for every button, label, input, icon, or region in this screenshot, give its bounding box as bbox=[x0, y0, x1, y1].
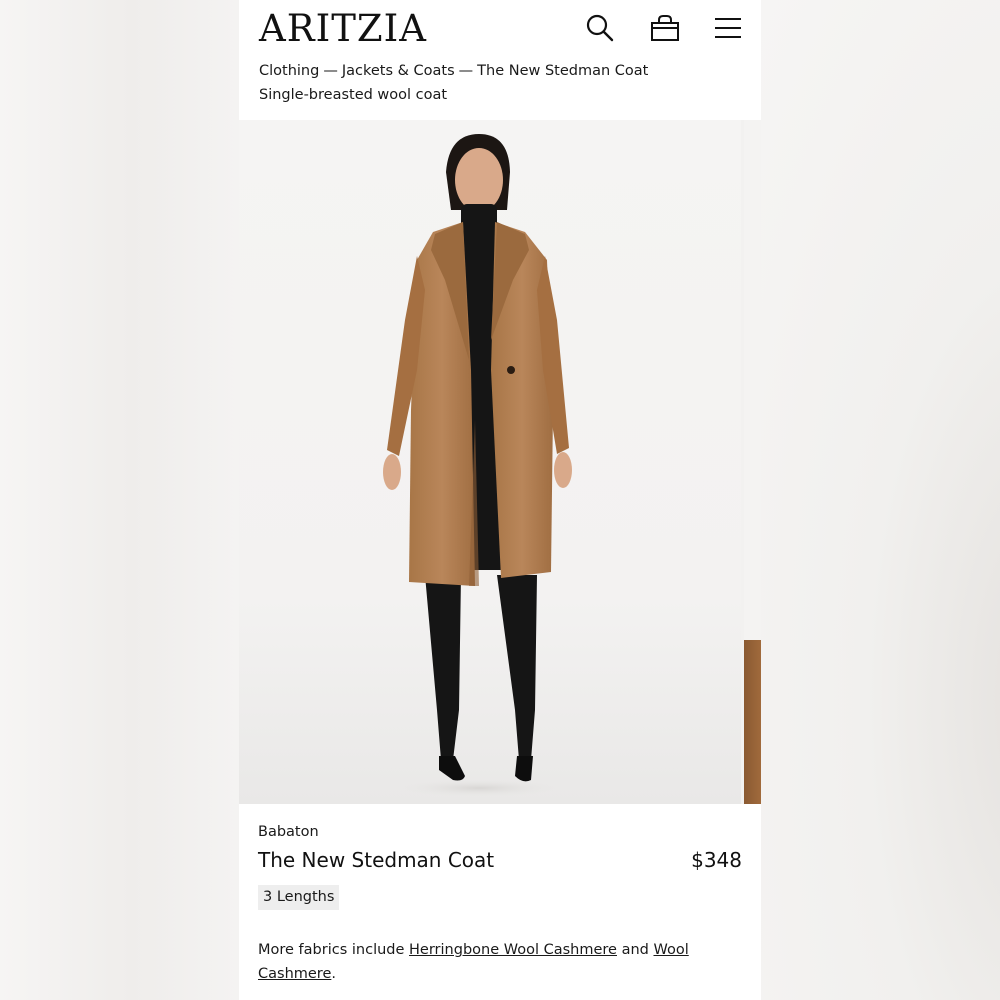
background-left bbox=[0, 0, 239, 1000]
fabrics-middle: and bbox=[616, 942, 654, 958]
search-button[interactable] bbox=[584, 12, 616, 44]
fabrics-suffix: . bbox=[331, 966, 336, 982]
product-image-main[interactable] bbox=[239, 120, 741, 804]
product-subtitle: Single-breasted wool coat bbox=[259, 87, 448, 103]
shopping-bag-button[interactable] bbox=[649, 12, 681, 44]
more-fabrics-text: More fabrics include Herringbone Wool Ca… bbox=[258, 938, 728, 986]
breadcrumb-jackets-coats[interactable]: Jackets & Coats bbox=[342, 63, 455, 79]
model-wearing-coat-image bbox=[383, 134, 572, 798]
background-right bbox=[761, 0, 1000, 1000]
fabric-link-herringbone-wool-cashmere[interactable]: Herringbone Wool Cashmere bbox=[409, 942, 617, 958]
next-image-coat-edge bbox=[744, 640, 761, 804]
hamburger-menu-icon bbox=[715, 18, 741, 38]
product-image-next-peek[interactable] bbox=[744, 120, 761, 804]
fabrics-prefix: More fabrics include bbox=[258, 942, 410, 958]
product-brand[interactable]: Babaton bbox=[258, 824, 319, 840]
breadcrumb: Clothing — Jackets & Coats — The New Stedman… bbox=[259, 61, 648, 81]
search-icon bbox=[586, 14, 614, 42]
shopping-bag-icon bbox=[651, 15, 679, 41]
aritzia-logo[interactable]: ARITZIA bbox=[259, 8, 427, 50]
lengths-badge[interactable]: 3 Lengths bbox=[258, 885, 340, 910]
breadcrumb-clothing[interactable]: Clothing bbox=[259, 63, 319, 79]
site-header: ARITZIA bbox=[239, 0, 761, 60]
product-page: ARITZIA Clothing — Jackets & Coats — The New… bbox=[239, 0, 761, 1000]
product-image-carousel[interactable] bbox=[239, 120, 761, 804]
product-name: The New Stedman Coat bbox=[258, 848, 495, 872]
breadcrumb-separator: — bbox=[323, 63, 338, 79]
breadcrumb-current-product[interactable]: The New Stedman Coat bbox=[477, 63, 648, 79]
product-price: $348 bbox=[691, 848, 742, 872]
menu-button[interactable] bbox=[712, 12, 744, 44]
breadcrumb-separator: — bbox=[458, 63, 474, 79]
